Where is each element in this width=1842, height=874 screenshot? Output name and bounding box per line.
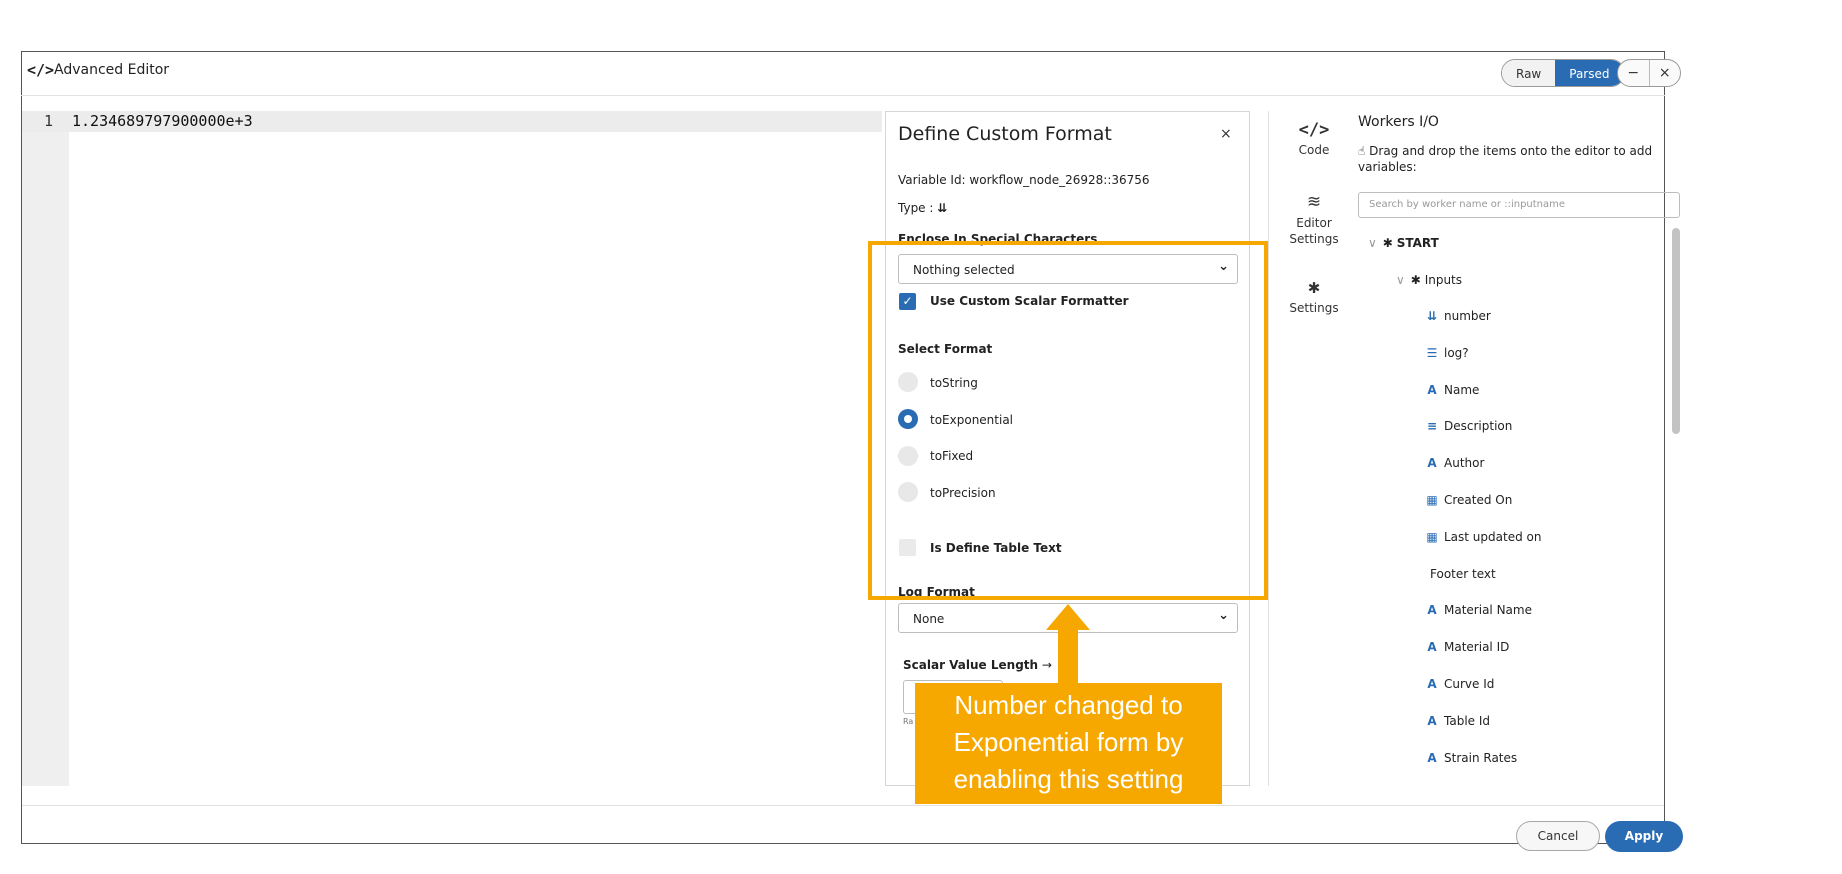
tree-item[interactable]: ▦ Last updated on [1424,530,1541,544]
annotation-highlight-box [868,241,1268,600]
tree-node-inputs[interactable]: ∨ ✱ Inputs [1396,273,1462,287]
tree-item-label: Created On [1444,493,1513,507]
tree-item-label: number [1444,309,1491,323]
tree-item[interactable]: A Table Id [1424,714,1490,728]
tree-item[interactable]: ⇊ number [1424,309,1491,323]
text-icon: A [1427,640,1437,654]
search-placeholder: Search by worker name or ::inputname [1369,199,1566,210]
type-label-text: Type : [898,201,934,215]
tree-item[interactable]: A Author [1424,456,1484,470]
list-icon: ☰ [1426,346,1438,360]
log-format-value: None [913,612,945,626]
annotation-callout: Number changed to Exponential form by en… [915,683,1222,804]
hand-pointer-icon: ☝ [1358,144,1366,158]
gear-icon: ✱ [1382,236,1393,250]
gear-icon: ✱ [1410,273,1421,287]
view-toggle: Raw Parsed [1501,59,1625,87]
arrow-right-icon: → [1041,658,1052,672]
title-bar: </> Advanced Editor Raw Parsed − × [21,51,1681,96]
workers-io-hint: ☝ Drag and drop the items onto the edito… [1358,143,1678,175]
text-icon: A [1427,456,1437,470]
workers-io-hint-text: Drag and drop the items onto the editor … [1358,144,1653,174]
tree-node-start[interactable]: ∨ ✱ START [1368,236,1439,250]
tool-code-label: Code [1298,143,1330,157]
footer-separator [22,805,1664,806]
window-title: Advanced Editor [54,62,170,78]
text-icon: A [1427,603,1437,617]
tree-item-label: Name [1444,383,1480,397]
cancel-button[interactable]: Cancel [1516,821,1600,851]
line-number: 1 [44,112,54,130]
chevron-down-icon: ∨ [1396,273,1405,287]
tree-item[interactable]: ▦ Created On [1424,493,1512,507]
tool-code[interactable]: </> Code [1280,120,1348,157]
tree-item[interactable]: ≡ Description [1424,419,1512,433]
callout-line: Number changed to [954,690,1183,720]
tree-item[interactable]: Footer text [1430,567,1496,581]
code-icon: </> [27,61,55,79]
text-icon: A [1427,714,1437,728]
paragraph-icon: ≡ [1426,419,1438,433]
text-icon: A [1427,751,1437,765]
tool-separator [1268,111,1269,786]
chevron-down-icon: ⌄ [1218,608,1229,623]
annotation-arrow-shaft [1058,628,1078,684]
tree-item[interactable]: A Material Name [1424,603,1532,617]
tree-item-label: Material ID [1444,640,1510,654]
tree-item[interactable]: A Material ID [1424,640,1509,654]
text-icon: A [1427,383,1437,397]
tree-item-label: Author [1444,456,1485,470]
workers-search-input[interactable]: Search by worker name or ::inputname [1358,192,1680,218]
calendar-icon: ▦ [1426,530,1438,544]
tree-item-label: log? [1444,346,1469,360]
variable-id: Variable Id: workflow_node_26928::36756 [898,173,1150,187]
tree-item-label: Curve Id [1444,677,1495,691]
tree-item-label: Strain Rates [1444,751,1518,765]
text-icon: A [1427,677,1437,691]
sliders-icon: ≋ [1306,192,1322,212]
tree-item-label: Material Name [1444,603,1532,617]
tree-item-label: Last updated on [1444,530,1542,544]
chevron-down-icon: ∨ [1368,236,1377,250]
number-type-icon: ⇊ [937,201,948,215]
tree-node-start-label: START [1396,236,1439,250]
annotation-arrow-head [1046,604,1090,630]
scalar-value-length-label: Scalar Value Length → [903,658,1052,672]
scalar-hint: Ra [903,717,914,726]
minimize-button[interactable]: − [1618,60,1649,86]
tree-scrollbar[interactable] [1672,228,1680,434]
close-button[interactable]: × [1648,60,1681,86]
gear-icon: ✱ [1307,279,1321,297]
calendar-icon: ▦ [1426,493,1438,507]
panel-close-button[interactable]: × [1220,126,1232,142]
tree-item-label: Footer text [1430,567,1496,581]
window-controls: − × [1617,59,1681,87]
workers-io-title: Workers I/O [1358,114,1439,130]
raw-button[interactable]: Raw [1502,60,1556,86]
code-icon: </> [1298,120,1330,140]
callout-line: Exponential form by [953,727,1184,757]
tree-node-inputs-label: Inputs [1424,273,1463,287]
scalar-value-length-text: Scalar Value Length [903,658,1039,672]
tree-item[interactable]: A Name [1424,383,1479,397]
panel-title: Define Custom Format [898,123,1112,145]
apply-button[interactable]: Apply [1605,821,1683,852]
tree-item[interactable]: ☰ log? [1424,346,1469,360]
callout-line: enabling this setting [953,764,1184,794]
tool-editor-settings-label: Editor Settings [1289,216,1339,246]
type-label: Type : ⇊ [898,201,947,215]
tool-editor-settings[interactable]: ≋ Editor Settings [1280,192,1348,247]
code-text[interactable]: 1.234689797900000e+3 [72,112,253,130]
tool-settings[interactable]: ✱ Settings [1280,279,1348,315]
number-icon: ⇊ [1426,309,1438,323]
tree-item-label: Description [1444,419,1513,433]
tree-item[interactable]: A Strain Rates [1424,751,1517,765]
parsed-button[interactable]: Parsed [1555,60,1624,86]
tree-item[interactable]: A Curve Id [1424,677,1494,691]
tool-settings-label: Settings [1289,301,1339,315]
editor-gutter [22,111,69,786]
tree-item-label: Table Id [1444,714,1491,728]
